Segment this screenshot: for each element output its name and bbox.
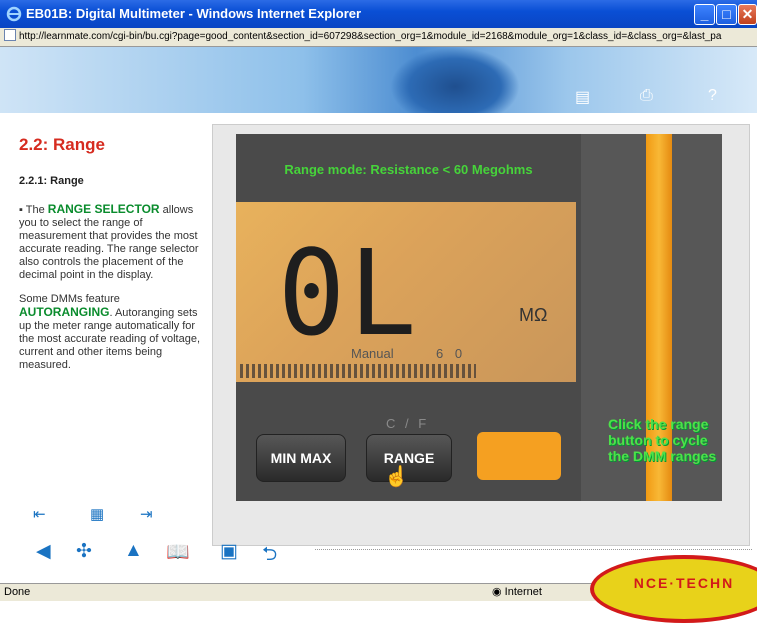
subsection-title: 2.2.1: Range (19, 175, 84, 187)
lcd-unit: MΩ (519, 305, 548, 325)
globe-icon: ◉ (492, 586, 505, 598)
book-icon[interactable]: 📖 (166, 540, 190, 564)
back-arrow-icon[interactable]: ◀ (36, 540, 51, 563)
multimeter-simulation: Range mode: Resistance < 60 Megohms 0L M… (236, 134, 722, 501)
ie-logo-icon (6, 6, 22, 22)
lesson-p2-pre: Some DMMs feature (19, 293, 120, 305)
seal-text: NCE·TECHN (633, 575, 735, 591)
exit-icon[interactable]: ⮌ (262, 540, 277, 572)
section-title: 2.2: Range (19, 135, 105, 154)
help-icon[interactable]: ? (708, 87, 717, 105)
banner-hand-image (390, 47, 520, 113)
manual-indicator: Manual (351, 346, 394, 361)
maximize-button[interactable]: □ (716, 4, 737, 25)
lesson-p1-pre: The (25, 204, 48, 216)
range-button[interactable]: RANGE (366, 434, 452, 482)
instruction-hint: Click the range button to cycle the DMM … (608, 416, 717, 464)
map-icon[interactable]: ✣ (76, 540, 92, 563)
lcd-reading: 0L (277, 224, 421, 362)
science-technology-seal: NCE·TECHN (590, 555, 757, 623)
range-mode-label: Range mode: Resistance < 60 Megohms (284, 162, 533, 177)
page-icon-small[interactable]: ▦ (90, 505, 104, 523)
min-max-button[interactable]: MIN MAX (256, 434, 346, 482)
close-button[interactable]: ✕ (738, 4, 757, 25)
window-titlebar: EB01B: Digital Multimeter - Windows Inte… (0, 0, 757, 28)
course-banner: ▤ ⎙ ? (0, 47, 757, 113)
next-page-icon[interactable]: ⇥ (140, 505, 153, 523)
autoranging-term: AUTORANGING (19, 305, 110, 319)
prev-page-icon[interactable]: ⇤ (33, 505, 46, 523)
warning-icon[interactable]: ▲ (124, 540, 143, 562)
page-icon (4, 29, 16, 41)
range-indicator: 6 0 (436, 346, 467, 361)
minimize-button[interactable]: _ (694, 4, 715, 25)
address-bar[interactable]: http://learnmate.com/cgi-bin/bu.cgi?page… (0, 28, 757, 47)
bullet-icon: ▪ (19, 204, 26, 216)
hand-cursor-icon: ☝ (384, 466, 409, 488)
bar-graph (240, 364, 476, 378)
cf-label: C / F (386, 416, 430, 431)
orange-button[interactable] (477, 432, 561, 480)
status-text: Done (4, 586, 31, 598)
glossary-icon[interactable]: ▣ (220, 540, 238, 563)
printer-icon[interactable]: ⎙ (640, 87, 653, 105)
divider (315, 549, 752, 550)
lesson-text: ▪ The RANGE SELECTOR allows you to selec… (19, 203, 206, 383)
print-icon[interactable]: ▤ (575, 87, 590, 107)
address-url[interactable]: http://learnmate.com/cgi-bin/bu.cgi?page… (19, 31, 721, 42)
window-title: EB01B: Digital Multimeter - Windows Inte… (26, 6, 362, 21)
security-zone: ◉ Internet (492, 584, 542, 601)
zone-label: Internet (504, 586, 542, 598)
range-selector-term: RANGE SELECTOR (47, 202, 160, 216)
